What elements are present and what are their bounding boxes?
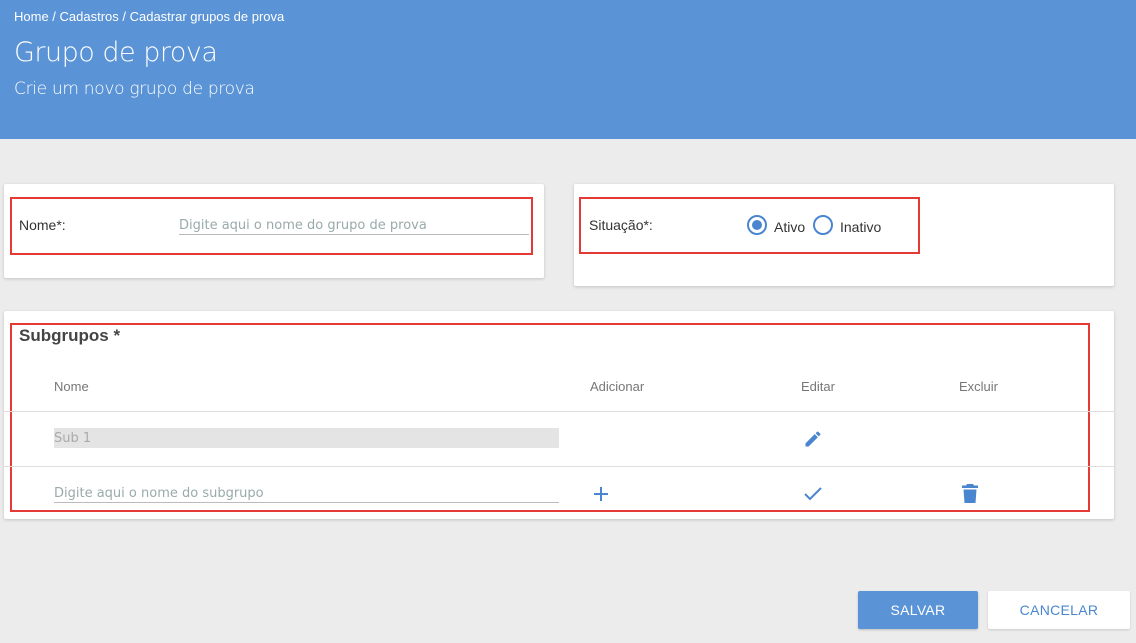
radio-ativo-label[interactable]: Ativo (774, 219, 805, 235)
status-label: Situação*: (589, 217, 653, 233)
column-header-edit: Editar (801, 379, 835, 394)
new-subgroup-input[interactable] (54, 484, 559, 503)
subgroups-title: Subgrupos * (19, 326, 121, 345)
radio-inativo-label[interactable]: Inativo (840, 219, 881, 235)
subgroup-name-readonly: Sub 1 (54, 428, 559, 448)
check-icon[interactable] (803, 485, 823, 503)
breadcrumb[interactable]: Home / Cadastros / Cadastrar grupos de p… (14, 9, 284, 24)
cancel-button[interactable]: CANCELAR (988, 591, 1130, 629)
plus-icon[interactable] (592, 485, 610, 503)
save-button[interactable]: SALVAR (858, 591, 978, 629)
radio-inativo[interactable] (813, 215, 833, 235)
page-title: Grupo de prova (14, 37, 218, 68)
page-subtitle: Crie um novo grupo de prova (14, 79, 255, 99)
pencil-icon[interactable] (803, 429, 823, 449)
table-divider (4, 411, 1114, 412)
column-header-delete: Excluir (959, 379, 999, 394)
group-name-input[interactable] (179, 216, 529, 235)
table-divider (4, 466, 1114, 467)
page-header: Home / Cadastros / Cadastrar grupos de p… (0, 0, 1136, 139)
trash-icon[interactable] (962, 484, 978, 503)
radio-ativo[interactable] (747, 215, 767, 235)
column-header-name: Nome (54, 379, 89, 394)
column-header-add: Adicionar (590, 379, 645, 394)
name-label: Nome*: (19, 217, 66, 233)
